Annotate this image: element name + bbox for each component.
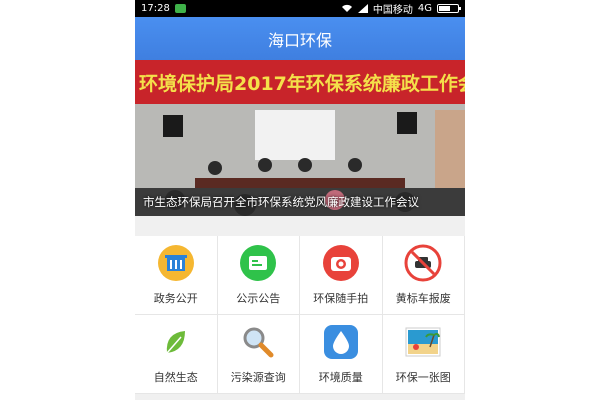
gov-building-icon (157, 244, 195, 282)
banner-headline: 环境保护局2017年环保系统廉政工作会议暨 (139, 72, 465, 95)
news-banner[interactable]: 环境保护局2017年环保系统廉政工作会议暨 市生态环保局召开全市环保系统党风廉政… (135, 60, 465, 216)
menu-item-ecology[interactable]: 自然生态 (135, 315, 218, 394)
menu-label: 公示公告 (236, 292, 281, 305)
menu-label: 污染源查询 (230, 371, 286, 384)
notification-icon (174, 4, 186, 13)
menu-label: 黄标车报废 (395, 292, 451, 305)
menu-label: 自然生态 (153, 371, 198, 384)
magnifier-icon (239, 323, 277, 361)
notice-board-icon (239, 244, 277, 282)
divider (135, 216, 465, 236)
no-car-icon (404, 244, 442, 282)
water-drop-icon (322, 323, 360, 361)
menu-item-env-map[interactable]: 环保一张图 (382, 315, 465, 394)
page-title: 海口环保 (267, 30, 332, 50)
menu-item-env-quality[interactable]: 环境质量 (300, 315, 383, 394)
leaf-icon (157, 323, 195, 361)
app-title-bar: 海口环保 (135, 17, 465, 60)
signal-icon (357, 4, 368, 13)
wifi-icon (341, 4, 352, 12)
menu-item-snapshot[interactable]: 环保随手拍 (300, 236, 383, 315)
menu-grid: 政务公开 公示公告 环保随手拍 黄标车报废 自然生态 污染源查询 环境质量 环保… (135, 236, 465, 394)
status-time: 17:28 (141, 3, 170, 14)
menu-item-gov-affairs[interactable]: 政务公开 (135, 236, 218, 315)
carrier-name: 中国移动 (372, 5, 413, 16)
status-bar: 17:28 中国移动 4G (135, 0, 465, 17)
menu-label: 环保一张图 (395, 371, 451, 384)
camera-icon (322, 244, 360, 282)
beach-photo-icon (404, 323, 442, 361)
menu-label: 政务公开 (153, 292, 198, 305)
phone-screen: 17:28 中国移动 4G 海口环保 环境保护局2017年环保系统廉政工作会议暨 (135, 0, 465, 400)
menu-item-notices[interactable]: 公示公告 (217, 236, 300, 315)
menu-item-pollution-search[interactable]: 污染源查询 (217, 315, 300, 394)
banner-caption: 市生态环保局召开全市环保系统党风廉政建设工作会议 (143, 195, 419, 209)
battery-icon (437, 4, 461, 13)
menu-item-vehicle-scrap[interactable]: 黄标车报废 (382, 236, 465, 315)
menu-label: 环境质量 (318, 371, 363, 384)
network-type: 4G (417, 3, 432, 14)
banner-photo: 环境保护局2017年环保系统廉政工作会议暨 (135, 60, 465, 216)
menu-label: 环保随手拍 (313, 292, 369, 305)
